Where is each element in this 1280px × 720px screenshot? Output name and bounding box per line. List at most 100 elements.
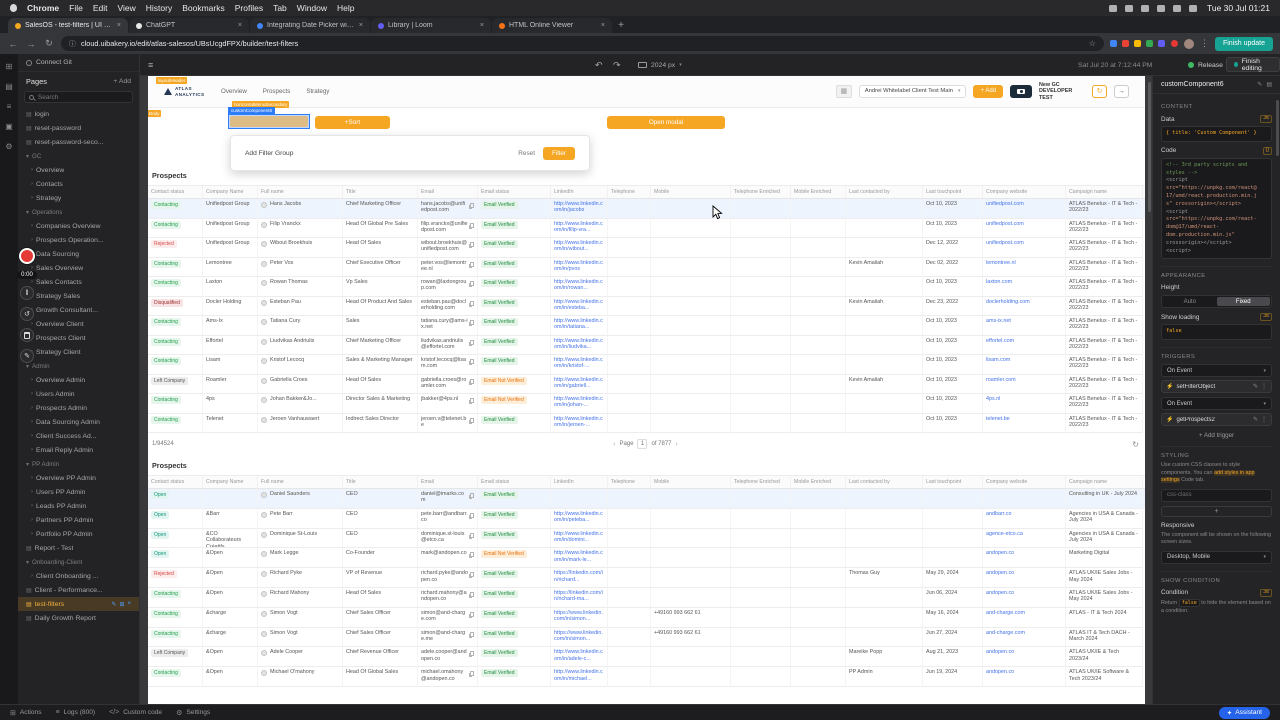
copy-icon[interactable]	[470, 611, 474, 617]
page-item[interactable]: ▾ › ▤ Client Onboarding ... ✎⊞×	[18, 569, 139, 583]
settings-item[interactable]: ⚙ Settings	[176, 709, 210, 717]
company-website-link[interactable]: unifiedpost.com	[983, 199, 1066, 219]
component-tag-body[interactable]: Body	[148, 110, 162, 117]
page-item[interactable]: ▾ › ▤ reset-password ✎⊞×	[18, 121, 139, 135]
page-item[interactable]: ▾ › ▤ Overview PP Admin ✎⊞×	[18, 471, 139, 485]
company-website-link[interactable]: and-charge.com	[983, 607, 1066, 628]
Liudvikas Andriulis[interactable]: Contacting Effortel Liudvikas Andriulis …	[148, 335, 1145, 355]
prev-page-icon[interactable]: ‹	[613, 441, 615, 448]
code-editor[interactable]: <!-- 3rd party scripts and styles --> <scr…	[1161, 157, 1272, 260]
edit-action-icon[interactable]: ✎	[1253, 383, 1258, 390]
add-page-button[interactable]: + Add	[113, 78, 131, 85]
rename-icon[interactable]: ✎	[1257, 81, 1262, 88]
styling-section-header[interactable]: STYLING	[1161, 446, 1272, 459]
column-header[interactable]: Contact status	[148, 476, 203, 488]
browser-tab[interactable]: ChatGPT ×	[129, 18, 249, 33]
Simon Vogt[interactable]: Contacting &charge Simon Vogt Chief Sale…	[148, 607, 1145, 628]
height-option[interactable]: Fixed	[1216, 297, 1270, 307]
company-website-link[interactable]: andopen.co	[983, 548, 1066, 569]
column-header[interactable]: Full name	[258, 476, 343, 488]
url-bar[interactable]: ⓘ cloud.uibakery.io/edit/atlas-salesos/U…	[61, 36, 1104, 51]
logs-item[interactable]: ≡ Logs (800)	[56, 709, 96, 717]
company-website-link[interactable]: roamler.com	[983, 374, 1066, 394]
page-item[interactable]: ▾ › ▤ Users PP Admin ✎⊞×	[18, 485, 139, 499]
column-header[interactable]: Company Name	[203, 186, 258, 198]
linkedin-link[interactable]: https://www.linkedin.com/in/simon...	[551, 627, 608, 648]
column-header[interactable]: Telephone	[608, 186, 651, 198]
copy-icon[interactable]	[470, 398, 474, 403]
component-tag-layout-header[interactable]: layoutHeader	[156, 77, 188, 84]
canvas-size-select[interactable]: 2024 px ▾	[638, 54, 682, 76]
company-website-link[interactable]: lisam.com	[983, 355, 1066, 375]
tab-close-icon[interactable]: ×	[359, 22, 363, 29]
delete-recording-button[interactable]	[20, 328, 34, 342]
page-item[interactable]: ▾ › ▤ reset-password-seco... ✎⊞×	[18, 135, 139, 149]
page-item[interactable]: ▾ › ▤ Client - Performance... ✎⊞×	[18, 583, 139, 597]
column-header[interactable]: Title	[343, 476, 418, 488]
company-website-link[interactable]: telenet.be	[983, 413, 1066, 433]
column-header[interactable]: Telephone	[608, 476, 651, 488]
linkedin-link[interactable]: https://linkedin.com/in/richard-ma...	[551, 587, 608, 608]
edit-page-icon[interactable]: ✎	[111, 601, 116, 608]
page-item[interactable]: ▾ › ▤ Portfolio PP Admin ✎⊞×	[18, 527, 139, 541]
column-header[interactable]: Full name	[258, 186, 343, 198]
extension-icon-1[interactable]	[1109, 40, 1117, 47]
profile-avatar[interactable]	[1183, 38, 1194, 49]
column-header[interactable]: Email	[418, 186, 478, 198]
linkedin-link[interactable]: http://www.linkedin.com/in/liudvika...	[551, 335, 608, 355]
copy-icon[interactable]	[470, 359, 474, 364]
filter-button[interactable]: Filter	[543, 146, 575, 160]
column-header[interactable]: Company website	[983, 476, 1066, 488]
image-button[interactable]: ▦	[835, 84, 852, 98]
menubar-item[interactable]: Bookmarks	[182, 3, 225, 13]
data-code-editor[interactable]: { title: 'Custom Component' }	[1161, 126, 1272, 142]
copy-icon[interactable]	[470, 651, 474, 657]
column-header[interactable]: Mobile Enriched	[791, 186, 846, 198]
flows-icon[interactable]: ▣	[5, 122, 13, 131]
page-item[interactable]: ▾ › ▤ Email Reply Admin ✎⊞×	[18, 443, 139, 457]
linkedin-link[interactable]: https://www.linkedin.com/in/simon...	[551, 607, 608, 628]
content-section-header[interactable]: CONTENT	[1161, 98, 1272, 110]
column-header[interactable]: LinkedIn	[551, 186, 608, 198]
menu-icon[interactable]: ≡	[148, 54, 153, 76]
duplicate-page-icon[interactable]: ⊞	[119, 601, 124, 608]
triggers-section-header[interactable]: TRIGGERS	[1161, 347, 1272, 360]
redo-icon[interactable]: ↷	[613, 54, 621, 76]
tab-close-icon[interactable]: ×	[238, 22, 242, 29]
copy-icon[interactable]	[470, 631, 474, 637]
Gabriella Croes[interactable]: Left Company Roamler Gabriella Croes Hea…	[148, 374, 1145, 394]
finish-update-button[interactable]: Finish update	[1214, 36, 1273, 51]
copy-icon[interactable]	[470, 339, 474, 345]
page-item[interactable]: ▾ › ▤ Overview Admin ✎⊞×	[18, 373, 139, 387]
page-item[interactable]: ▾ › ▤ Operations ✎⊞×	[18, 205, 139, 219]
menubar-item[interactable]: Profiles	[235, 3, 263, 13]
page-search-input[interactable]: Search	[24, 91, 133, 103]
company-website-link[interactable]: lemontree.nl	[983, 257, 1066, 277]
open-modal-button[interactable]: Open modal	[607, 116, 725, 129]
logout-button[interactable]: →	[1114, 84, 1129, 98]
docs-icon[interactable]: ▤	[1266, 81, 1272, 88]
company-website-link[interactable]	[983, 489, 1066, 509]
copy-icon[interactable]	[470, 378, 474, 384]
copy-icon[interactable]	[470, 671, 474, 677]
copy-icon[interactable]	[470, 203, 474, 208]
extension-icon-2[interactable]	[1121, 40, 1129, 47]
menubar-item[interactable]: History	[146, 3, 172, 13]
Hans Jacobs[interactable]: Contacting Unifiedpost Group Hans Jacobs…	[148, 199, 1145, 219]
page-item[interactable]: ▾ › ▤ Prospects Admin ✎⊞×	[18, 401, 139, 415]
column-header[interactable]: Email status	[478, 476, 551, 488]
tab-close-icon[interactable]: ×	[601, 22, 605, 29]
linkedin-link[interactable]: http://www.linkedin.com/in/rowan...	[551, 277, 608, 297]
linkedin-link[interactable]: http://www.linkedin.com/in/johan-...	[551, 394, 608, 414]
copy-icon[interactable]	[470, 532, 474, 538]
page-item[interactable]: ▾ › ▤ Leads PP Admin ✎⊞×	[18, 499, 139, 513]
page-input[interactable]: 1	[637, 439, 648, 449]
Jeroen Vanhauwaert[interactable]: Contacting Telenet Jeroen Vanhauwaert In…	[148, 413, 1145, 433]
camera-button[interactable]	[1010, 84, 1032, 98]
Simon Vogt[interactable]: Contacting &charge Simon Vogt Chief Sale…	[148, 627, 1145, 648]
actions-item[interactable]: ⊞ Actions	[10, 709, 42, 717]
linkedin-link[interactable]: http://www.linkedin.com/in/wibout...	[551, 238, 608, 258]
app-nav-item[interactable]: Strategy	[306, 88, 329, 95]
linkedin-link[interactable]: http://www.linkedin.com/in/domini...	[551, 528, 608, 549]
show-condition-section-header[interactable]: SHOW CONDITION	[1161, 570, 1272, 584]
